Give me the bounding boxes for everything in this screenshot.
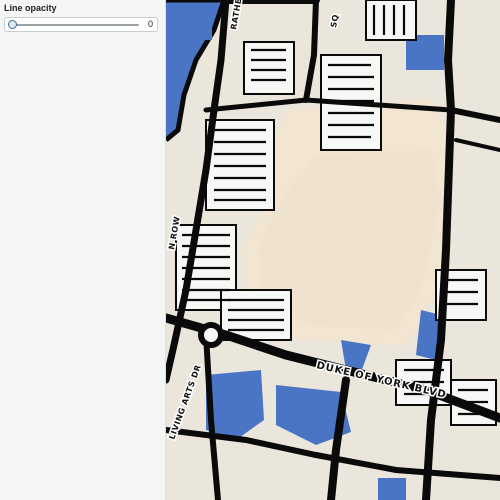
water-patch (186, 18, 212, 40)
water-patch (378, 478, 406, 500)
slider-thumb[interactable] (8, 20, 17, 29)
line-opacity-label: Line opacity (4, 3, 57, 13)
control-panel: Line opacity 0 (0, 0, 166, 500)
slider-value: 0 (147, 19, 153, 29)
roundabout (198, 322, 224, 348)
map-canvas[interactable]: DUKE OF YORK BLVD RATHB SQ LIVING ARTS D… (166, 0, 500, 500)
line-opacity-slider[interactable]: 0 (4, 17, 158, 32)
slider-track[interactable] (13, 24, 139, 26)
map-view[interactable]: DUKE OF YORK BLVD RATHB SQ LIVING ARTS D… (166, 0, 500, 500)
